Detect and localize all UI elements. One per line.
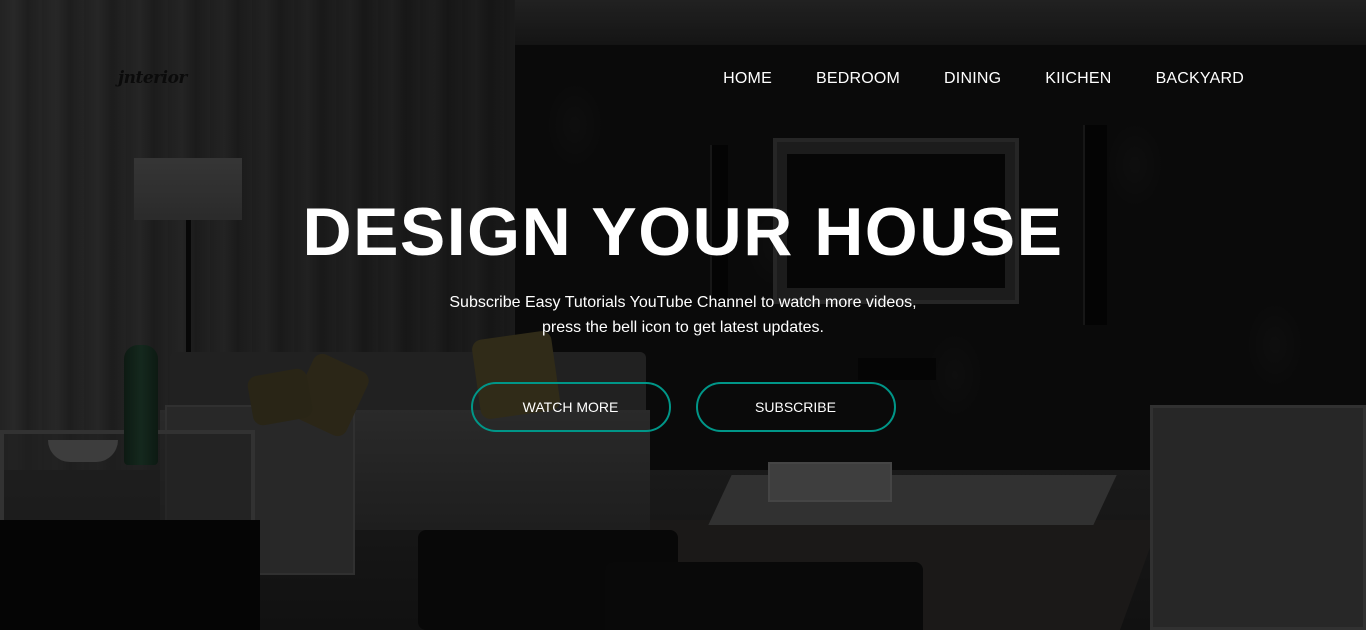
nav-link-bedroom[interactable]: BEDROOM [816,70,900,88]
nav-link-dining[interactable]: DINING [944,70,1001,88]
nav-link-home[interactable]: HOME [723,70,772,88]
hero-content: DESIGN YOUR HOUSE Subscribe Easy Tutoria… [0,192,1366,432]
hero-subtitle-line1: Subscribe Easy Tutorials YouTube Channel… [449,294,917,311]
watch-more-button[interactable]: WATCH MORE [470,382,671,432]
main-nav: HOME BEDROOM DINING KIICHEN BACKYARD [679,70,1244,88]
hero-subtitle-line2: press the bell icon to get latest update… [542,319,824,336]
hero-subtitle: Subscribe Easy Tutorials YouTube Channel… [0,290,1366,340]
subscribe-button[interactable]: SUBSCRIBE [695,382,896,432]
hero-section: jnterior HOME BEDROOM DINING KIICHEN BAC… [0,0,1366,630]
nav-link-backyard[interactable]: BACKYARD [1156,70,1244,88]
site-logo[interactable]: jnterior [118,68,187,88]
hero-buttons: WATCH MORE SUBSCRIBE [0,382,1366,432]
hero-title: DESIGN YOUR HOUSE [302,194,1064,270]
nav-link-kitchen[interactable]: KIICHEN [1045,70,1111,88]
